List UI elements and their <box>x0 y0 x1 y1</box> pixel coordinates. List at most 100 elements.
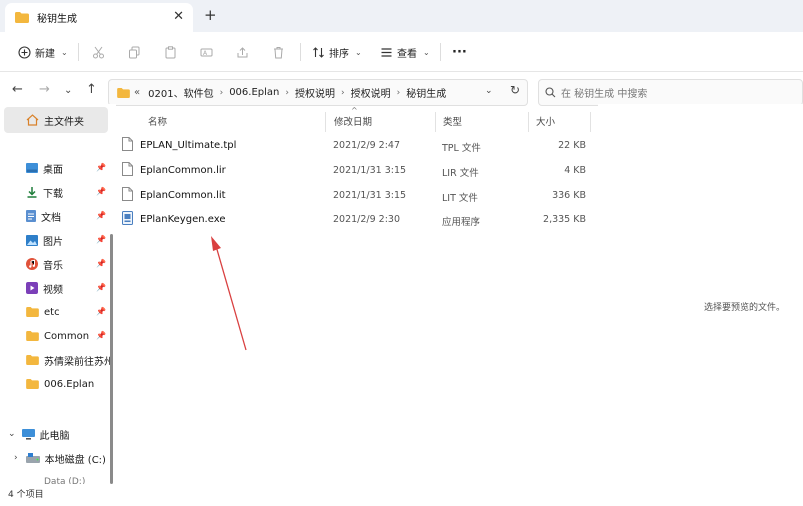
view-button[interactable]: 查看 ⌄ <box>380 32 430 72</box>
sidebar-item-eplan[interactable]: 006.Eplan <box>26 373 94 395</box>
rename-button[interactable]: A <box>200 32 213 72</box>
column-header-type[interactable]: 类型 <box>443 114 462 128</box>
pin-icon[interactable]: 📌 <box>96 283 106 292</box>
table-row[interactable]: EPLAN_Ultimate.tpl 2021/2/9 2:47 TPL 文件 … <box>118 135 598 159</box>
file-modified: 2021/2/9 2:47 <box>333 140 401 151</box>
breadcrumb-item[interactable]: 0201、软件包 <box>148 85 213 100</box>
new-label: 新建 <box>35 48 55 60</box>
sort-button[interactable]: 排序 ⌄ <box>312 32 362 72</box>
divider <box>440 43 441 61</box>
pin-icon[interactable]: 📌 <box>96 235 106 244</box>
column-header-size[interactable]: 大小 <box>536 114 555 128</box>
close-tab-icon[interactable]: ✕ <box>173 9 184 25</box>
sidebar-item-etc[interactable]: etc <box>26 301 60 323</box>
share-button[interactable] <box>236 32 249 72</box>
search-box[interactable]: 在 秘钥生成 中搜索 <box>538 79 803 106</box>
paste-button[interactable] <box>164 32 177 72</box>
file-name: EPlanKeygen.exe <box>140 214 226 225</box>
forward-arrow-icon[interactable]: → <box>39 83 50 97</box>
sidebar-item-suzhou[interactable]: 苏倩梁前往苏州 <box>26 349 114 371</box>
column-divider[interactable] <box>325 112 326 132</box>
share-icon <box>237 46 248 57</box>
file-icon <box>122 137 133 151</box>
refresh-icon[interactable]: ↻ <box>510 83 520 97</box>
divider <box>78 43 79 61</box>
file-type: TPL 文件 <box>442 143 481 154</box>
cut-icon <box>93 46 104 58</box>
address-dropdown-chevron-icon[interactable]: ⌄ <box>485 86 493 96</box>
sidebar-item-common[interactable]: Common <box>26 325 89 347</box>
chevron-down-icon[interactable]: ⌄ <box>8 429 16 439</box>
copy-button[interactable] <box>128 32 141 72</box>
sidebar-item-label: 下载 <box>43 188 63 200</box>
sidebar-item-music[interactable]: 音乐 <box>26 253 63 275</box>
title-bar: 秘钥生成 ✕ + <box>0 0 803 32</box>
sidebar-scrollbar[interactable] <box>110 234 113 484</box>
sidebar-item-label: 006.Eplan <box>44 378 95 390</box>
pin-icon[interactable]: 📌 <box>96 331 106 340</box>
breadcrumb-item[interactable]: 006.Eplan <box>229 87 279 98</box>
column-header-modified[interactable]: 修改日期 <box>334 114 372 128</box>
column-divider[interactable] <box>528 112 529 132</box>
tab-current-folder[interactable]: 秘钥生成 ✕ <box>5 3 193 32</box>
computer-icon <box>21 428 35 440</box>
breadcrumb-item[interactable]: 授权说明 <box>295 85 335 100</box>
breadcrumb-overflow[interactable]: « <box>134 87 140 98</box>
breadcrumb-item[interactable]: 授权说明 <box>351 85 391 100</box>
file-size: 336 KB <box>552 190 586 201</box>
rename-icon: A <box>200 48 213 57</box>
video-icon <box>26 282 38 294</box>
trash-icon <box>274 46 283 58</box>
recent-locations-chevron-icon[interactable]: ⌄ <box>64 84 72 98</box>
sidebar-item-home[interactable]: 主文件夹 <box>4 107 108 133</box>
tab-title: 秘钥生成 <box>37 14 77 25</box>
view-label: 查看 <box>397 48 417 60</box>
folder-icon <box>26 355 39 365</box>
sidebar-item-downloads[interactable]: 下载 <box>26 181 63 203</box>
chevron-right-icon: › <box>219 87 224 98</box>
view-list-icon <box>381 47 392 57</box>
more-icon: ··· <box>452 44 467 60</box>
sidebar-item-documents[interactable]: 文档 <box>26 205 61 227</box>
command-bar: 新建 ⌄ A 排序 ⌄ 查看 ⌄ ··· <box>0 32 803 72</box>
sidebar-item-this-pc[interactable]: ⌄ 此电脑 <box>8 423 70 445</box>
column-header-name[interactable]: 名称 <box>148 114 167 128</box>
sidebar-item-videos[interactable]: 视频 <box>26 277 63 299</box>
column-divider[interactable] <box>435 112 436 132</box>
music-icon <box>26 258 38 270</box>
pin-icon[interactable]: 📌 <box>96 187 106 196</box>
pin-icon[interactable]: 📌 <box>96 211 106 220</box>
sidebar-item-label: 苏倩梁前往苏州 <box>44 356 114 368</box>
delete-button[interactable] <box>272 32 285 72</box>
file-icon <box>122 162 133 176</box>
sort-icon <box>313 46 324 58</box>
pin-icon[interactable]: 📌 <box>96 259 106 268</box>
pin-icon[interactable]: 📌 <box>96 307 106 316</box>
preview-pane: 选择要预览的文件。 <box>598 104 803 484</box>
new-tab-button[interactable]: + <box>204 7 217 23</box>
file-modified: 2021/1/31 3:15 <box>333 165 407 176</box>
exe-icon <box>122 211 133 225</box>
file-modified: 2021/2/9 2:30 <box>333 214 401 225</box>
column-divider[interactable] <box>590 112 591 132</box>
new-button[interactable]: 新建 ⌄ <box>18 32 68 72</box>
up-arrow-icon[interactable]: ↑ <box>86 83 97 97</box>
sidebar-item-pictures[interactable]: 图片 <box>26 229 63 251</box>
table-row[interactable]: EplanCommon.lir 2021/1/31 3:15 LIR 文件 4 … <box>118 160 598 184</box>
breadcrumb-item[interactable]: 秘钥生成 <box>406 85 446 100</box>
cut-button[interactable] <box>92 32 105 72</box>
back-arrow-icon[interactable]: ← <box>12 83 23 97</box>
more-options-button[interactable]: ··· <box>452 32 467 72</box>
chevron-right-icon[interactable]: › <box>14 453 18 463</box>
address-bar[interactable]: « 0201、软件包 › 006.Eplan › 授权说明 › 授权说明 › 秘… <box>108 79 528 106</box>
file-name: EplanCommon.lit <box>140 190 226 201</box>
table-row[interactable]: EPlanKeygen.exe 2021/2/9 2:30 应用程序 2,335… <box>118 209 598 233</box>
file-explorer-window: 秘钥生成 ✕ + 新建 ⌄ A 排序 ⌄ 查看 ⌄ ··· ← → ⌄ ↑ « … <box>0 0 803 506</box>
folder-icon <box>26 379 39 389</box>
sidebar-item-label: 图片 <box>43 236 63 248</box>
sidebar-item-desktop[interactable]: 桌面 <box>26 157 63 179</box>
table-row[interactable]: EplanCommon.lit 2021/1/31 3:15 LIT 文件 33… <box>118 185 598 209</box>
sidebar-item-local-disk[interactable]: › 本地磁盘 (C:) <box>14 447 106 469</box>
folder-icon <box>26 331 39 341</box>
pin-icon[interactable]: 📌 <box>96 163 106 172</box>
